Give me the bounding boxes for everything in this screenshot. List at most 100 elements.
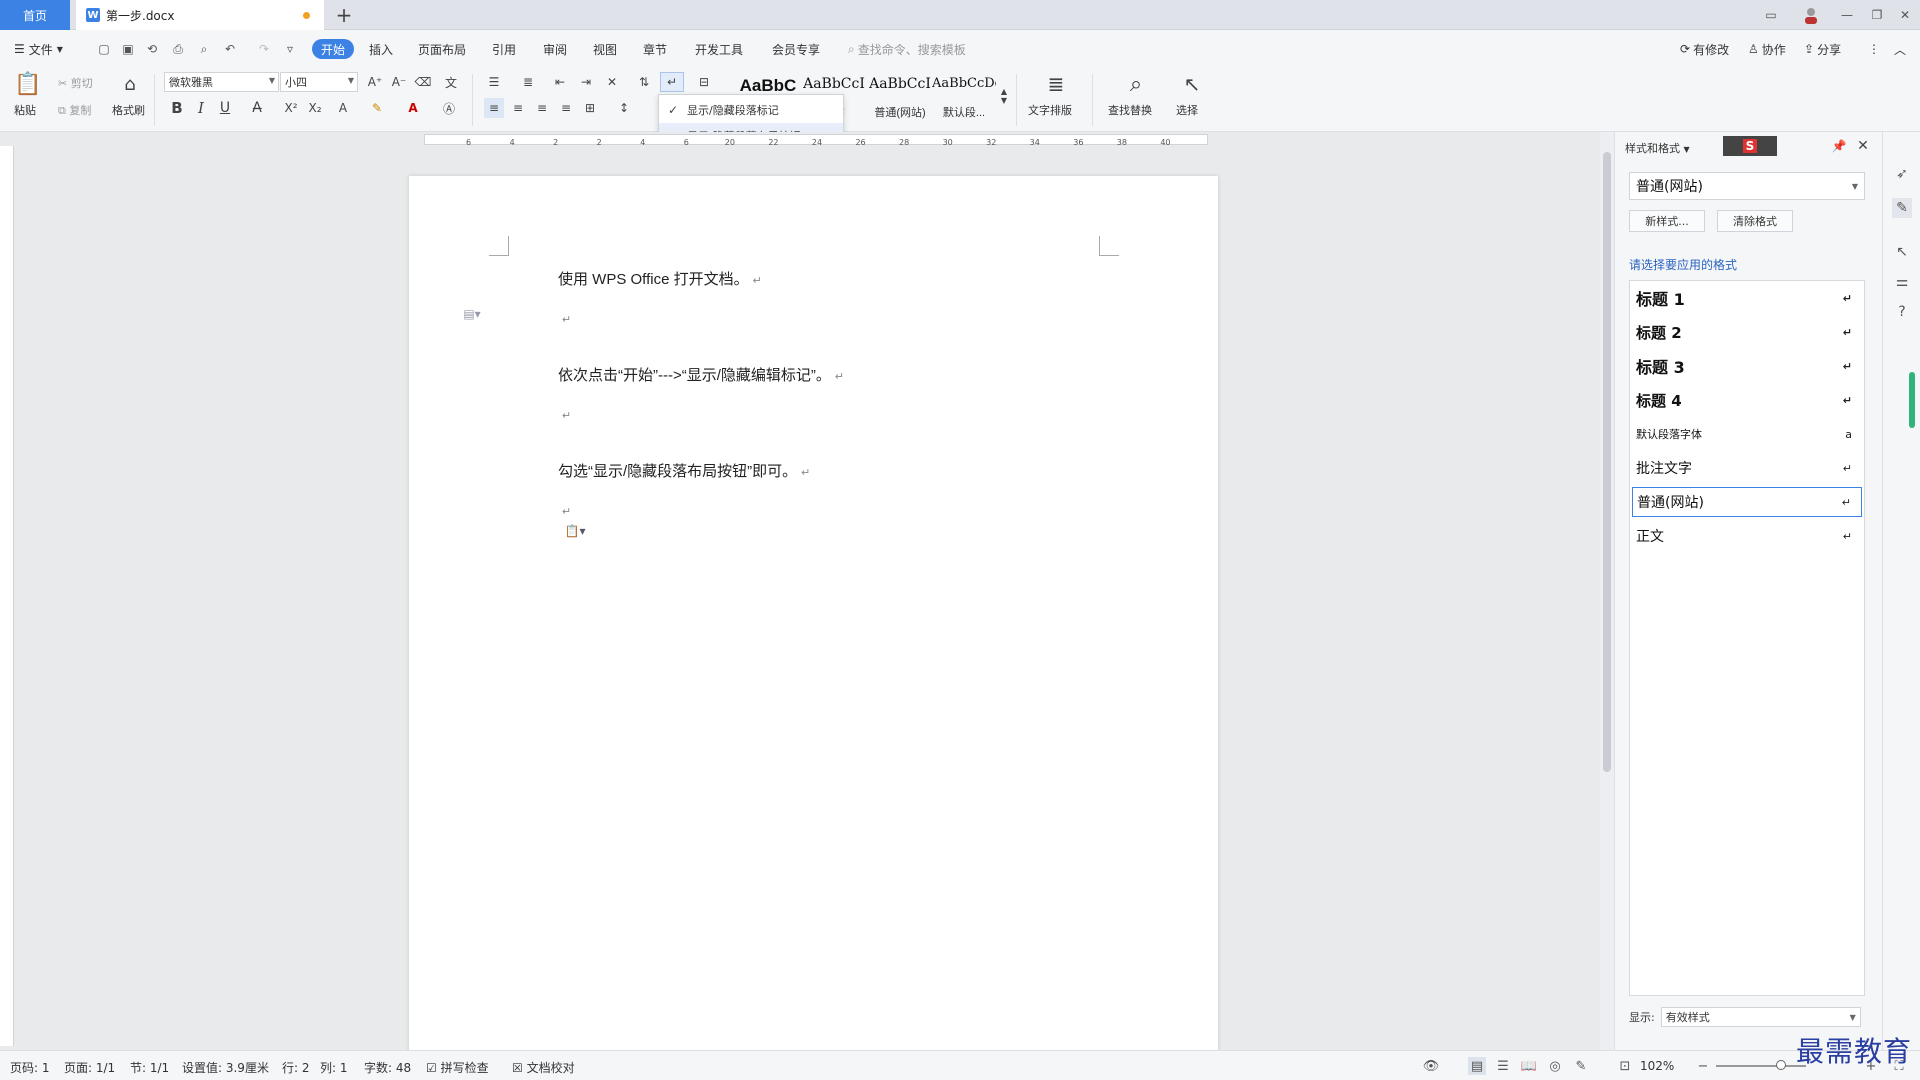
- tab-chapter[interactable]: 章节: [643, 39, 667, 59]
- align-left-icon[interactable]: ≡: [484, 98, 504, 118]
- paragraph[interactable]: 依次点击“开始”--->“显示/隐藏编辑标记”。 ↵: [558, 364, 844, 385]
- tab-review[interactable]: 审阅: [543, 39, 567, 59]
- style-item-body[interactable]: 正文 ↵: [1632, 521, 1862, 551]
- style-item-heading-3[interactable]: 标题 3 ↵: [1632, 351, 1862, 381]
- restore-icon[interactable]: ❐: [1866, 0, 1888, 30]
- current-style-select[interactable]: 普通(网站) ▼: [1629, 172, 1865, 200]
- zoom-slider-track[interactable]: [1716, 1065, 1806, 1067]
- select-button[interactable]: 选择: [1176, 102, 1198, 118]
- underline-icon[interactable]: U: [216, 98, 234, 118]
- section-count[interactable]: 节: 1/1: [130, 1059, 169, 1076]
- wps-ime-icon[interactable]: S: [1723, 136, 1777, 156]
- text-layout-icon[interactable]: ≣: [1040, 70, 1072, 98]
- pane-title[interactable]: 样式和格式 ▼: [1625, 140, 1690, 156]
- reading-view-icon[interactable]: 📖: [1520, 1057, 1538, 1075]
- style-gallery-item[interactable]: AaBbCcI 普通(网站): [868, 72, 932, 122]
- tab-insert[interactable]: 插入: [369, 39, 393, 59]
- style-item-heading-4[interactable]: 标题 4 ↵: [1632, 385, 1862, 415]
- tab-view[interactable]: 视图: [593, 39, 617, 59]
- new-doc-icon[interactable]: ▢: [96, 41, 112, 57]
- close-icon[interactable]: ✕: [1894, 0, 1916, 30]
- save-icon[interactable]: ▣: [120, 41, 136, 57]
- distribute-icon[interactable]: ⊞: [580, 98, 600, 118]
- rocket-icon[interactable]: ➶: [1892, 164, 1912, 184]
- format-painter-icon[interactable]: ⌂: [118, 70, 142, 98]
- find-icon[interactable]: ⌕: [1120, 70, 1152, 98]
- page-count[interactable]: 页面: 1/1: [64, 1059, 115, 1076]
- tab-home[interactable]: 开始: [312, 39, 355, 59]
- style-item-normal-web[interactable]: 普通(网站) ↵: [1632, 487, 1862, 517]
- tab-references[interactable]: 引用: [492, 39, 516, 59]
- paste-icon[interactable]: 📋: [14, 70, 42, 98]
- numbered-list-icon[interactable]: ≣: [518, 72, 538, 92]
- clear-format-icon[interactable]: ⌫: [414, 72, 432, 92]
- collapse-ribbon-icon[interactable]: ︿: [1894, 39, 1906, 59]
- home-tab[interactable]: 首页: [0, 0, 70, 30]
- zoom-slider-knob[interactable]: [1775, 1060, 1786, 1070]
- cursor-icon[interactable]: ↖: [1178, 70, 1206, 98]
- font-color-icon[interactable]: A: [404, 98, 422, 118]
- font-name-select[interactable]: 微软雅黑 ▼: [164, 72, 279, 92]
- strikethrough-icon[interactable]: A̶: [248, 98, 266, 118]
- style-item-comment-text[interactable]: 批注文字 ↵: [1632, 453, 1862, 483]
- cut-button[interactable]: ✂ 剪切: [58, 75, 93, 91]
- undo-icon[interactable]: ↶: [222, 41, 238, 57]
- justify-icon[interactable]: ≡: [556, 98, 576, 118]
- highlight-icon[interactable]: ✎: [368, 98, 386, 118]
- zoom-out-icon[interactable]: −: [1694, 1057, 1712, 1075]
- customize-toolbar-icon[interactable]: ▿: [282, 41, 298, 57]
- close-pane-icon[interactable]: ✕: [1855, 138, 1871, 154]
- revisions-button[interactable]: ⟳ 有修改: [1680, 39, 1729, 59]
- new-style-button[interactable]: 新样式...: [1629, 210, 1705, 232]
- proofread-button[interactable]: ☒ 文档校对: [512, 1059, 575, 1076]
- style-gallery-scroll[interactable]: ▲ ▼: [998, 72, 1010, 120]
- table-tools-icon[interactable]: ⊟: [694, 72, 714, 92]
- minimize-icon[interactable]: —: [1836, 0, 1858, 30]
- bold-icon[interactable]: B: [168, 98, 186, 118]
- document-page[interactable]: 使用 WPS Office 打开文档。 ↵ ↵ 依次点击“开始”--->“显示/隐…: [409, 176, 1218, 1050]
- setting-value[interactable]: 设置值: 3.9厘米: [182, 1059, 269, 1076]
- paragraph-layout-icon[interactable]: ▤▾: [461, 306, 483, 322]
- new-tab-button[interactable]: +: [332, 3, 356, 27]
- bullet-list-icon[interactable]: ☰: [484, 72, 504, 92]
- word-count[interactable]: 字数: 48: [364, 1059, 411, 1076]
- write-view-icon[interactable]: ✎: [1572, 1057, 1590, 1075]
- outline-view-icon[interactable]: ☰: [1494, 1057, 1512, 1075]
- menu-item-show-paragraph-marks[interactable]: ✓ 显示/隐藏段落标记: [659, 97, 843, 123]
- style-pen-icon[interactable]: ✎: [1892, 198, 1912, 218]
- style-gallery-item[interactable]: AaBbCcDd 默认段...: [932, 72, 996, 122]
- clear-format-button[interactable]: 清除格式: [1717, 210, 1793, 232]
- show-hide-marks-button[interactable]: ↵: [660, 72, 684, 92]
- paste-button[interactable]: 粘贴: [14, 102, 36, 118]
- eye-icon[interactable]: 👁: [1422, 1057, 1440, 1075]
- char-border-icon[interactable]: Ⓐ: [440, 98, 458, 118]
- help-icon[interactable]: ?: [1892, 302, 1912, 322]
- sliders-icon[interactable]: ⚌: [1892, 272, 1912, 292]
- line-spacing-icon[interactable]: ↕: [614, 98, 634, 118]
- collaborate-button[interactable]: ♙ 协作: [1748, 39, 1786, 59]
- more-icon[interactable]: ⋮: [1868, 39, 1880, 59]
- tab-developer[interactable]: 开发工具: [695, 39, 743, 59]
- paragraph[interactable]: ↵: [558, 502, 571, 519]
- superscript-icon[interactable]: X²: [282, 98, 300, 118]
- select-cursor-icon[interactable]: ↖: [1892, 242, 1912, 262]
- page-view-icon[interactable]: ▤: [1468, 1057, 1486, 1075]
- vertical-ruler[interactable]: [0, 146, 14, 1046]
- export-icon[interactable]: ⟲: [144, 41, 160, 57]
- shrink-font-icon[interactable]: A⁻: [390, 72, 408, 92]
- row-number[interactable]: 行: 2: [282, 1059, 310, 1076]
- document-scrollbar[interactable]: [1600, 132, 1614, 1050]
- paragraph[interactable]: ↵: [558, 406, 571, 423]
- font-size-select[interactable]: 小四 ▼: [280, 72, 358, 92]
- column-number[interactable]: 列: 1: [320, 1059, 348, 1076]
- paste-options-icon[interactable]: 📋▾: [561, 522, 589, 540]
- print-icon[interactable]: ⎙: [170, 41, 186, 57]
- file-menu[interactable]: ☰ 文件 ▼: [14, 39, 63, 59]
- text-effect-icon[interactable]: A: [334, 98, 352, 118]
- align-center-icon[interactable]: ≡: [508, 98, 528, 118]
- window-layout-icon[interactable]: ▭: [1760, 0, 1782, 30]
- scrollbar-thumb[interactable]: [1603, 152, 1611, 772]
- document-tab[interactable]: W 第一步.docx: [76, 0, 324, 30]
- pinyin-icon[interactable]: 文: [440, 72, 462, 92]
- italic-icon[interactable]: I: [192, 98, 210, 118]
